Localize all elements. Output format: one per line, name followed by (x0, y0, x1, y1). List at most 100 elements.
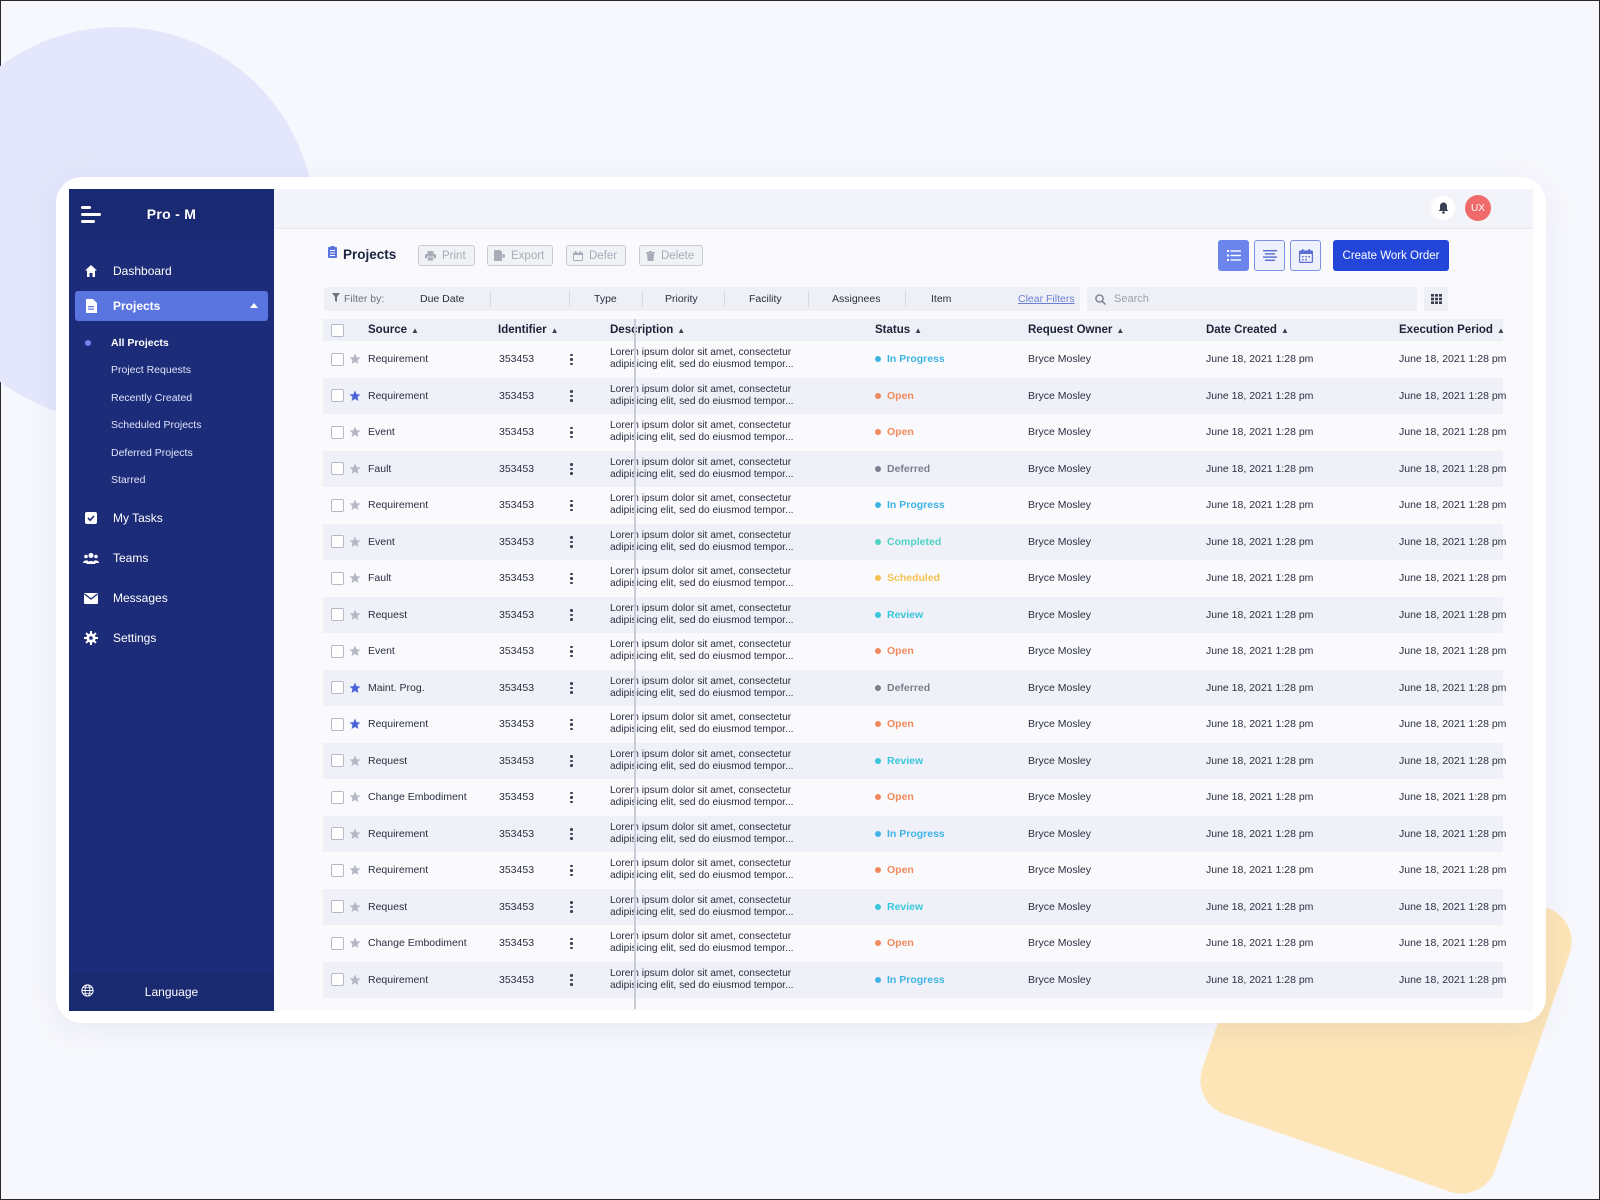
row-actions-kebab-icon[interactable] (570, 962, 573, 999)
star-icon[interactable] (349, 451, 361, 488)
row-actions-kebab-icon[interactable] (570, 524, 573, 561)
table-row[interactable]: Requirement 353453 Lorem ipsum dolor sit a… (323, 815, 1506, 853)
star-icon[interactable] (349, 524, 361, 561)
filter-facility[interactable]: Facility (749, 293, 782, 305)
row-checkbox[interactable] (331, 754, 344, 768)
star-icon[interactable] (349, 962, 361, 999)
table-row[interactable]: Maint. Prog. 353453 Lorem ipsum dolor sit … (323, 669, 1506, 707)
bell-icon[interactable] (1431, 196, 1455, 220)
column-header-identifier[interactable]: Identifier ▲︎ (498, 319, 558, 341)
star-icon[interactable] (349, 597, 361, 634)
row-actions-kebab-icon[interactable] (570, 816, 573, 853)
filter-priority[interactable]: Priority (665, 293, 698, 305)
row-checkbox[interactable] (331, 827, 344, 841)
table-row[interactable]: Change Embodiment 353453 Lorem ipsum dolor… (323, 779, 1506, 816)
column-settings-button[interactable] (1424, 287, 1448, 311)
star-icon[interactable] (349, 779, 361, 816)
row-checkbox[interactable] (331, 571, 344, 585)
table-row[interactable]: Requirement 353453 Lorem ipsum dolor sit a… (323, 487, 1506, 524)
filter-due-date[interactable]: Due Date (420, 293, 464, 305)
row-checkbox[interactable] (331, 681, 344, 695)
star-filled-icon[interactable] (349, 706, 361, 743)
sidebar-item-messages[interactable]: Messages (69, 578, 274, 618)
search-input[interactable]: Search (1087, 287, 1417, 311)
table-row[interactable]: Requirement 353453 Lorem ipsum dolor sit a… (323, 852, 1506, 889)
row-actions-kebab-icon[interactable] (570, 706, 573, 743)
row-actions-kebab-icon[interactable] (570, 743, 573, 780)
column-header-execution-period[interactable]: Execution Period ▲︎ (1399, 319, 1505, 341)
filter-item[interactable]: Item (931, 293, 951, 305)
delete-button[interactable]: Delete (639, 245, 704, 266)
table-row[interactable]: Fault 353453 Lorem ipsum dolor sit amet, c… (323, 560, 1506, 597)
sidebar-item-dashboard[interactable]: Dashboard (69, 251, 274, 291)
export-button[interactable]: Export (487, 245, 554, 266)
table-row[interactable]: Requirement 353453 Lorem ipsum dolor sit a… (323, 706, 1506, 743)
column-header-status[interactable]: Status ▲︎ (875, 319, 922, 341)
row-checkbox[interactable] (331, 973, 344, 987)
sidebar-item-my-tasks[interactable]: My Tasks (69, 498, 274, 538)
star-icon[interactable] (349, 852, 361, 889)
submenu-starred[interactable]: Starred (69, 467, 274, 495)
row-actions-kebab-icon[interactable] (570, 451, 573, 488)
row-checkbox[interactable] (331, 936, 344, 950)
row-actions-kebab-icon[interactable] (570, 670, 573, 707)
row-actions-kebab-icon[interactable] (570, 597, 573, 634)
table-row[interactable]: Requirement 353453 Lorem ipsum dolor sit a… (323, 961, 1506, 999)
compact-view-button[interactable] (1254, 240, 1285, 271)
defer-button[interactable]: Defer (566, 245, 627, 266)
row-actions-kebab-icon[interactable] (570, 560, 573, 597)
row-actions-kebab-icon[interactable] (570, 633, 573, 670)
row-checkbox[interactable] (331, 863, 344, 877)
star-icon[interactable] (349, 925, 361, 962)
star-icon[interactable] (349, 743, 361, 780)
submenu-recently-created[interactable]: Recently Created (69, 384, 274, 412)
calendar-view-button[interactable] (1290, 240, 1321, 271)
sidebar-item-teams[interactable]: Teams (69, 538, 274, 578)
submenu-project-requests[interactable]: Project Requests (69, 357, 274, 385)
star-icon[interactable] (349, 633, 361, 670)
star-icon[interactable] (349, 487, 361, 524)
chevron-up-icon[interactable] (250, 303, 258, 308)
table-row[interactable]: Event 353453 Lorem ipsum dolor sit amet, c… (323, 523, 1506, 561)
list-view-button[interactable] (1218, 240, 1249, 271)
row-actions-kebab-icon[interactable] (570, 341, 573, 378)
row-actions-kebab-icon[interactable] (570, 925, 573, 962)
create-work-order-button[interactable]: Create Work Order (1333, 240, 1449, 271)
table-row[interactable]: Request 353453 Lorem ipsum dolor sit amet,… (323, 888, 1506, 926)
row-checkbox[interactable] (331, 717, 344, 731)
table-row[interactable]: Requirement 353453 Lorem ipsum dolor sit a… (323, 341, 1506, 378)
column-header-source[interactable]: Source ▲︎ (368, 319, 419, 341)
star-icon[interactable] (349, 341, 361, 378)
column-header-date-created[interactable]: Date Created ▲︎ (1206, 319, 1289, 341)
star-icon[interactable] (349, 414, 361, 451)
row-checkbox[interactable] (331, 425, 344, 439)
column-header-description[interactable]: Description ▲︎ (610, 319, 685, 341)
star-filled-icon[interactable] (349, 670, 361, 707)
row-checkbox[interactable] (331, 790, 344, 804)
table-row[interactable]: Request 353453 Lorem ipsum dolor sit amet,… (323, 742, 1506, 780)
column-resize-divider[interactable] (634, 319, 636, 1009)
submenu-scheduled-projects[interactable]: Scheduled Projects (69, 412, 274, 440)
table-row[interactable]: Requirement 353453 Lorem ipsum dolor sit a… (323, 377, 1506, 415)
language-selector[interactable]: Language (69, 973, 274, 1011)
star-icon[interactable] (349, 816, 361, 853)
select-all-checkbox[interactable] (331, 323, 344, 337)
row-checkbox[interactable] (331, 644, 344, 658)
row-checkbox[interactable] (331, 352, 344, 366)
row-checkbox[interactable] (331, 608, 344, 622)
star-filled-icon[interactable] (349, 378, 361, 415)
sidebar-item-projects[interactable]: Projects (75, 291, 268, 321)
star-icon[interactable] (349, 889, 361, 926)
submenu-deferred-projects[interactable]: Deferred Projects (69, 439, 274, 467)
star-icon[interactable] (349, 560, 361, 597)
row-actions-kebab-icon[interactable] (570, 378, 573, 415)
row-actions-kebab-icon[interactable] (570, 487, 573, 524)
filter-type[interactable]: Type (594, 293, 617, 305)
row-actions-kebab-icon[interactable] (570, 414, 573, 451)
row-checkbox[interactable] (331, 498, 344, 512)
table-row[interactable]: Event 353453 Lorem ipsum dolor sit amet, c… (323, 633, 1506, 670)
print-button[interactable]: Print (418, 245, 475, 266)
row-checkbox[interactable] (331, 389, 344, 403)
row-actions-kebab-icon[interactable] (570, 852, 573, 889)
row-actions-kebab-icon[interactable] (570, 779, 573, 816)
